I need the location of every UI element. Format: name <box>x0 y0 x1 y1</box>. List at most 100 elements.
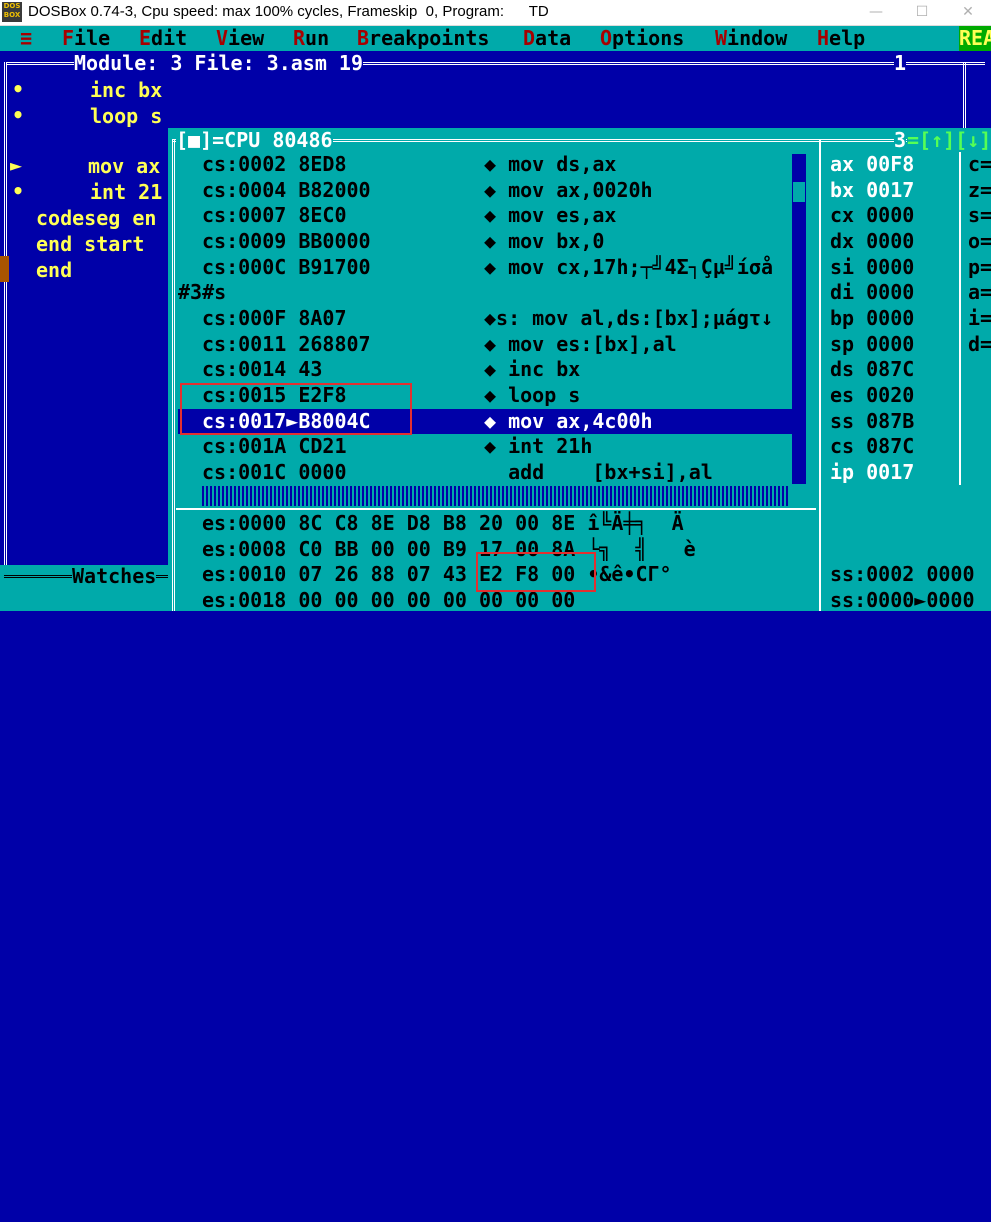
menu-data[interactable]: Data <box>523 26 571 51</box>
menu-view[interactable]: View <box>216 26 264 51</box>
register-bx[interactable]: bx 0017 <box>830 178 914 204</box>
source-line[interactable]: loop s <box>90 103 162 129</box>
menu-label: elp <box>829 26 866 50</box>
menu-edit[interactable]: Edit <box>139 26 187 51</box>
register-es[interactable]: es 0020 <box>830 383 914 409</box>
register-name: si <box>830 255 855 279</box>
register-ss[interactable]: ss 087B <box>830 409 914 435</box>
minimize-button[interactable]: — <box>853 0 899 25</box>
source-line[interactable]: int 21 <box>90 179 162 205</box>
cpu-window[interactable]: [■]=CPU 80486 3 =[↑][↓] cs:0002 8ED8 ◆ m… <box>168 128 991 614</box>
close-button[interactable]: ✕ <box>945 0 991 25</box>
register-value: 0000 <box>866 255 915 279</box>
menu-label: un <box>305 26 330 50</box>
dump-row[interactable]: es:0008 C0 BB 00 00 B9 17 00 8A └╗ ╣ è <box>202 537 696 563</box>
register-si[interactable]: si 0000 <box>830 255 914 281</box>
flag-p[interactable]: p= <box>968 255 991 281</box>
window-title-bar[interactable]: DOS BOX DOSBox 0.74-3, Cpu speed: max 10… <box>0 0 991 26</box>
code-vertical-scrollbar[interactable] <box>792 154 806 484</box>
code-instruction[interactable]: ◆ mov ax,0020h <box>484 178 653 204</box>
menu-hotkey: H <box>817 26 830 50</box>
menu-options[interactable]: Options <box>600 26 684 51</box>
flag-s[interactable]: s= <box>968 203 991 229</box>
code-row[interactable]: cs:0007 8EC0 <box>202 203 347 229</box>
source-line[interactable]: codeseg en <box>36 205 156 231</box>
register-name: cx <box>830 203 855 227</box>
code-address: cs:001A <box>202 434 287 458</box>
code-row[interactable]: cs:0002 8ED8 <box>202 152 347 178</box>
flag-a[interactable]: a= <box>968 280 991 306</box>
code-instruction[interactable]: ◆ mov es:[bx],al <box>484 332 677 358</box>
register-sp[interactable]: sp 0000 <box>830 332 914 358</box>
register-cx[interactable]: cx 0000 <box>830 203 914 229</box>
code-scroll-thumb[interactable] <box>793 182 805 202</box>
code-instruction-current[interactable]: ◆ mov ax,4c00h <box>484 409 653 435</box>
code-bytes: B91700 <box>298 255 371 279</box>
register-ds[interactable]: ds 087C <box>830 357 914 383</box>
code-horizontal-scrollbar[interactable] <box>178 486 790 506</box>
register-value: 0000 <box>866 229 915 253</box>
code-address: cs:000C <box>202 255 287 279</box>
register-ip[interactable]: ip 0017 <box>830 460 914 486</box>
code-instruction[interactable]: ◆ mov cx,17h;┬╝4Σ┐Çµ╝íσå <box>484 255 790 281</box>
code-instruction[interactable]: add [bx+si],al <box>484 460 713 486</box>
code-row[interactable]: cs:000F 8A07 <box>202 306 347 332</box>
source-line[interactable]: end start <box>36 231 144 257</box>
code-instruction[interactable]: ◆ mov bx,0 <box>484 229 604 255</box>
code-row[interactable]: cs:0009 BB0000 <box>202 229 371 255</box>
code-address: cs:000F <box>202 306 287 330</box>
module-line-marker: • <box>12 103 25 127</box>
code-row[interactable]: cs:000C B91700 <box>202 255 371 281</box>
register-name: sp <box>830 332 855 356</box>
stack-row[interactable]: ss:0002 0000 <box>830 562 975 588</box>
flag-z[interactable]: z= <box>968 178 991 204</box>
dump-row[interactable]: es:0000 8C C8 8E D8 B8 20 00 8E î╚Ä╪╕ Ä <box>202 511 684 537</box>
register-bp[interactable]: bp 0000 <box>830 306 914 332</box>
flag-i[interactable]: i= <box>968 306 991 332</box>
code-instruction[interactable]: ◆s: mov al,ds:[bx];µágτ↓ <box>484 306 790 332</box>
flag-c[interactable]: c= <box>968 152 991 178</box>
code-row[interactable]: cs:0011 268807 <box>202 332 371 358</box>
code-instruction[interactable]: ◆ mov es,ax <box>484 203 616 229</box>
flag-d[interactable]: d= <box>968 332 991 358</box>
menu-file[interactable]: File <box>62 26 110 51</box>
source-line-current[interactable]: mov ax <box>88 153 160 179</box>
code-address: cs:0004 <box>202 178 287 202</box>
code-row[interactable]: cs:001C 0000 <box>202 460 347 486</box>
menu-hotkey: W <box>715 26 728 50</box>
code-instruction[interactable]: ◆ inc bx <box>484 357 580 383</box>
stack-row[interactable]: ss:0000►0000 <box>830 588 975 614</box>
flag-o[interactable]: o= <box>968 229 991 255</box>
maximize-button[interactable]: ☐ <box>899 0 945 25</box>
code-row[interactable]: cs:0004 B82000 <box>202 178 371 204</box>
code-bytes: 0000 <box>298 460 347 484</box>
code-bytes: 268807 <box>298 332 371 356</box>
code-address: cs:0002 <box>202 152 287 176</box>
module-scroll-thumb[interactable] <box>0 256 9 282</box>
register-dx[interactable]: dx 0000 <box>830 229 914 255</box>
cpu-resize-arrows-icon[interactable]: =[↑][↓] <box>907 128 991 152</box>
watches-window[interactable]: Watches <box>0 565 170 611</box>
register-name: di <box>830 280 855 304</box>
code-address: cs:001C <box>202 460 287 484</box>
register-value: 087C <box>866 357 915 381</box>
code-instruction[interactable]: ◆ int 21h <box>484 434 592 460</box>
code-instruction[interactable]: ◆ loop s <box>484 383 580 409</box>
dump-row[interactable]: es:0010 07 26 88 07 43 E2 F8 00 •&ê•CΓ° <box>202 562 672 588</box>
menu-run[interactable]: Run <box>293 26 329 51</box>
menu-breakpoints[interactable]: Breakpoints <box>357 26 489 51</box>
system-menu-icon[interactable]: ≡ <box>20 26 32 51</box>
code-row[interactable]: cs:0014 43 <box>202 357 322 383</box>
menu-window[interactable]: Window <box>715 26 787 51</box>
code-row[interactable]: cs:001A CD21 <box>202 434 347 460</box>
code-instruction[interactable]: ◆ mov ds,ax <box>484 152 616 178</box>
register-di[interactable]: di 0000 <box>830 280 914 306</box>
scroll-left-arrow-icon[interactable] <box>178 486 200 506</box>
cpu-divider-dump <box>176 508 816 510</box>
source-line[interactable]: inc bx <box>90 77 162 103</box>
register-ax[interactable]: ax 00F8 <box>830 152 914 178</box>
register-value: 0020 <box>866 383 915 407</box>
menu-help[interactable]: Help <box>817 26 865 51</box>
source-line[interactable]: end <box>36 257 72 283</box>
register-cs[interactable]: cs 087C <box>830 434 914 460</box>
